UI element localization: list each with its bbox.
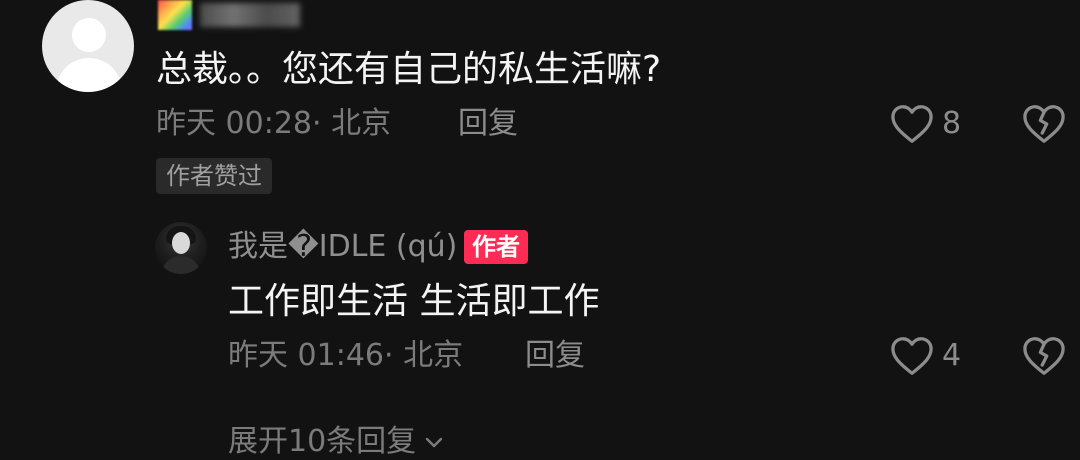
commenter-username-blurred[interactable]: [158, 0, 308, 30]
expand-replies-button[interactable]: 展开10条回复: [228, 424, 446, 460]
comment-dislike-button[interactable]: [1022, 104, 1066, 148]
chevron-down-icon: [425, 437, 443, 448]
commenter-avatar[interactable]: [42, 0, 134, 92]
reply-meta: 昨天 01:46· 北京: [228, 338, 464, 373]
broken-heart-icon: [1023, 105, 1065, 143]
author-liked-badge: 作者赞过: [156, 158, 272, 194]
reply-dislike-button[interactable]: [1022, 336, 1066, 380]
heart-outline-icon: [891, 105, 933, 143]
comment-like-button[interactable]: 8: [890, 104, 961, 144]
expand-replies-label: 展开10条回复: [228, 424, 417, 459]
reply-author-name[interactable]: 我是�IDLE (qú) 静: [228, 229, 497, 265]
reply-like-button[interactable]: 4: [890, 336, 961, 376]
heart-outline-icon: [891, 337, 933, 375]
reply-text: 工作即生活 生活即工作: [228, 281, 600, 322]
comment-like-count: 8: [942, 106, 962, 141]
comment-reply-button[interactable]: 回复: [458, 106, 518, 142]
comment-meta: 昨天 00:28· 北京: [156, 106, 392, 141]
broken-heart-icon: [1023, 337, 1065, 375]
reply-author-avatar[interactable]: [155, 222, 207, 274]
comment-text: 总裁。。您还有自己的私生活嘛?: [156, 49, 662, 90]
author-badge: 作者: [464, 230, 528, 264]
reply-like-count: 4: [942, 338, 962, 373]
reply-reply-button[interactable]: 回复: [525, 338, 585, 374]
